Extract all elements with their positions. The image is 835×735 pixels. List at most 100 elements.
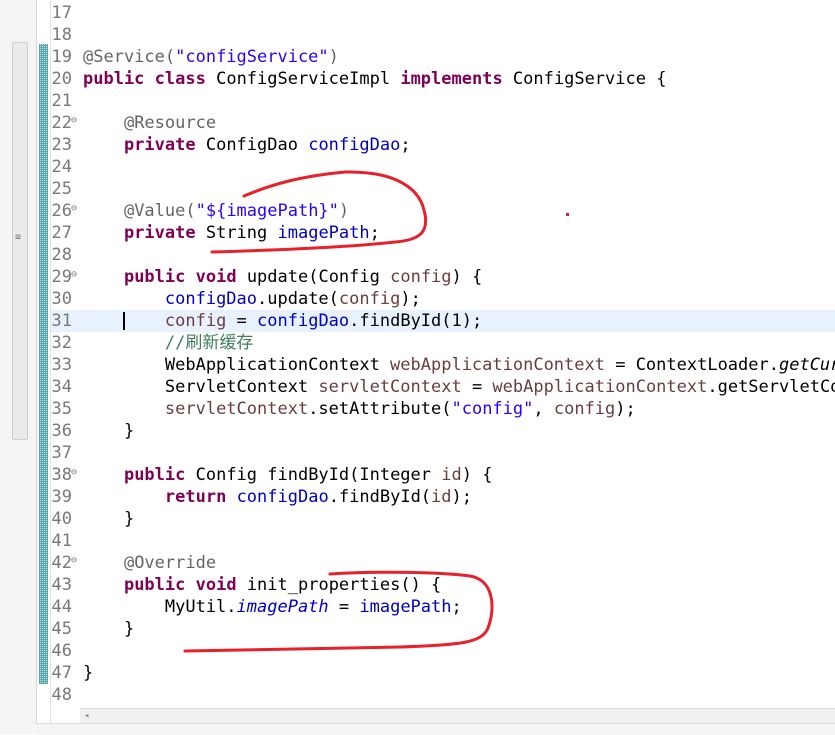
line-number: 41: [51, 531, 72, 551]
code-token: configDao: [257, 311, 350, 331]
code-text: configDao.update(config);: [83, 288, 421, 310]
code-token: public: [123, 575, 186, 595]
line-number: 26: [51, 201, 72, 221]
code-token: ): [328, 47, 339, 67]
line-number: 44: [51, 597, 72, 617]
code-line[interactable]: 42 ⊖ @Override: [51, 552, 835, 574]
code-token: MyUtil.: [83, 597, 237, 617]
line-number: 19: [51, 47, 72, 67]
code-text: servletContext.setAttribute("config", co…: [83, 398, 636, 420]
code-line[interactable]: 40 }: [51, 508, 835, 530]
quick-diff-ruler: [37, 0, 51, 734]
code-line[interactable]: 45 }: [51, 618, 835, 640]
fold-collapse-icon[interactable]: ⊖: [71, 553, 77, 569]
line-number: 35: [51, 399, 72, 419]
grip-icon[interactable]: ≡: [15, 233, 24, 243]
fold-collapse-icon[interactable]: ⊖: [71, 267, 77, 283]
code-line[interactable]: 17: [51, 2, 835, 24]
line-number: 46: [51, 641, 72, 661]
code-token: update(Config: [236, 267, 391, 287]
code-line[interactable]: 43 public void init_properties() {: [51, 574, 835, 596]
code-line[interactable]: 24: [51, 156, 835, 178]
code-token: ConfigServiceImpl: [205, 69, 401, 89]
fold-collapse-icon[interactable]: ⊖: [71, 201, 77, 217]
code-token: config: [390, 267, 452, 287]
code-token: public: [123, 465, 186, 485]
code-token: ServletContext: [83, 377, 319, 397]
scroll-left-icon[interactable]: ◂: [84, 709, 89, 723]
code-token: ) {: [451, 267, 483, 287]
code-text: }: [83, 618, 134, 640]
code-editor[interactable]: 17 18 19 @Service("configService") 20 public …: [51, 0, 835, 708]
code-line[interactable]: 18: [51, 24, 835, 46]
code-token: @Resource: [123, 113, 217, 133]
code-token: .findById(: [328, 487, 432, 507]
code-token: );: [615, 399, 636, 419]
code-token: ConfigDao: [195, 135, 309, 155]
line-number: 48: [51, 685, 72, 705]
code-line[interactable]: 22 ⊖ @Resource: [51, 112, 835, 134]
line-number: 22: [51, 113, 72, 133]
code-text: //刷新缓存: [83, 332, 253, 354]
code-token: imagePath: [277, 223, 370, 243]
fold-collapse-icon[interactable]: ⊖: [71, 113, 77, 129]
code-token: ;: [451, 597, 462, 617]
horizontal-scrollbar[interactable]: ◂: [80, 708, 835, 723]
code-token: private: [123, 135, 196, 155]
line-number: 27: [51, 223, 72, 243]
code-line[interactable]: 20 public class ConfigServiceImpl impleme…: [51, 68, 835, 90]
code-line[interactable]: 32 //刷新缓存: [51, 332, 835, 354]
code-line[interactable]: 33 WebApplicationContext webApplicationC…: [51, 354, 835, 376]
fold-collapse-icon[interactable]: ⊖: [71, 465, 77, 481]
code-line[interactable]: 26 ⊖ @Value("${imagePath}"): [51, 200, 835, 222]
code-line[interactable]: 47}: [51, 662, 835, 684]
code-token: "config": [451, 399, 534, 419]
code-line[interactable]: 41: [51, 530, 835, 552]
code-line[interactable]: 39 return configDao.findById(id);: [51, 486, 835, 508]
code-token: ConfigService {: [502, 69, 667, 89]
code-token: }: [83, 619, 135, 639]
code-line[interactable]: 48: [51, 684, 835, 706]
code-token: =: [461, 377, 493, 397]
code-line[interactable]: 27 private String imagePath;: [51, 222, 835, 244]
code-line[interactable]: 30 configDao.update(config);: [51, 288, 835, 310]
code-token: id: [441, 465, 462, 485]
code-line[interactable]: 25: [51, 178, 835, 200]
code-token: .findById(1);: [349, 311, 483, 331]
code-line[interactable]: 28: [51, 244, 835, 266]
code-token: );: [451, 487, 473, 507]
code-text: public void init_properties() {: [83, 574, 441, 596]
code-line[interactable]: 19 @Service("configService"): [51, 46, 835, 68]
code-token: implements: [400, 69, 503, 89]
code-line[interactable]: 29 ⊖ public void update(Config config) {: [51, 266, 835, 288]
code-line[interactable]: 23 private ConfigDao configDao;: [51, 134, 835, 156]
code-line[interactable]: 46: [51, 640, 835, 662]
code-line[interactable]: 35 servletContext.setAttribute("config",…: [51, 398, 835, 420]
code-text: public class ConfigServiceImpl implement…: [83, 68, 666, 90]
code-text: public Config findById(Integer id) {: [83, 464, 493, 486]
code-line[interactable]: 31 config = configDao.findById(1);: [51, 310, 835, 332]
code-token: class: [154, 69, 206, 89]
code-token: Config findById(Integer: [185, 465, 442, 485]
code-token: configDao: [308, 135, 401, 155]
code-line[interactable]: 34 ServletContext servletContext = webAp…: [51, 376, 835, 398]
code-line[interactable]: 44 MyUtil.imagePath = imagePath;: [51, 596, 835, 618]
code-token: ;: [400, 135, 411, 155]
line-number: 20: [51, 69, 72, 89]
code-line[interactable]: 37: [51, 442, 835, 464]
code-line[interactable]: 21: [51, 90, 835, 112]
line-number: 42: [51, 553, 72, 573]
code-line[interactable]: 38 ⊖ public Config findById(Integer id) {: [51, 464, 835, 486]
code-token: }: [83, 509, 135, 529]
code-line[interactable]: 36 }: [51, 420, 835, 442]
code-token: "${imagePath}": [195, 201, 339, 221]
code-token: servletContext: [318, 377, 462, 397]
code-token: @Service(: [83, 47, 176, 67]
